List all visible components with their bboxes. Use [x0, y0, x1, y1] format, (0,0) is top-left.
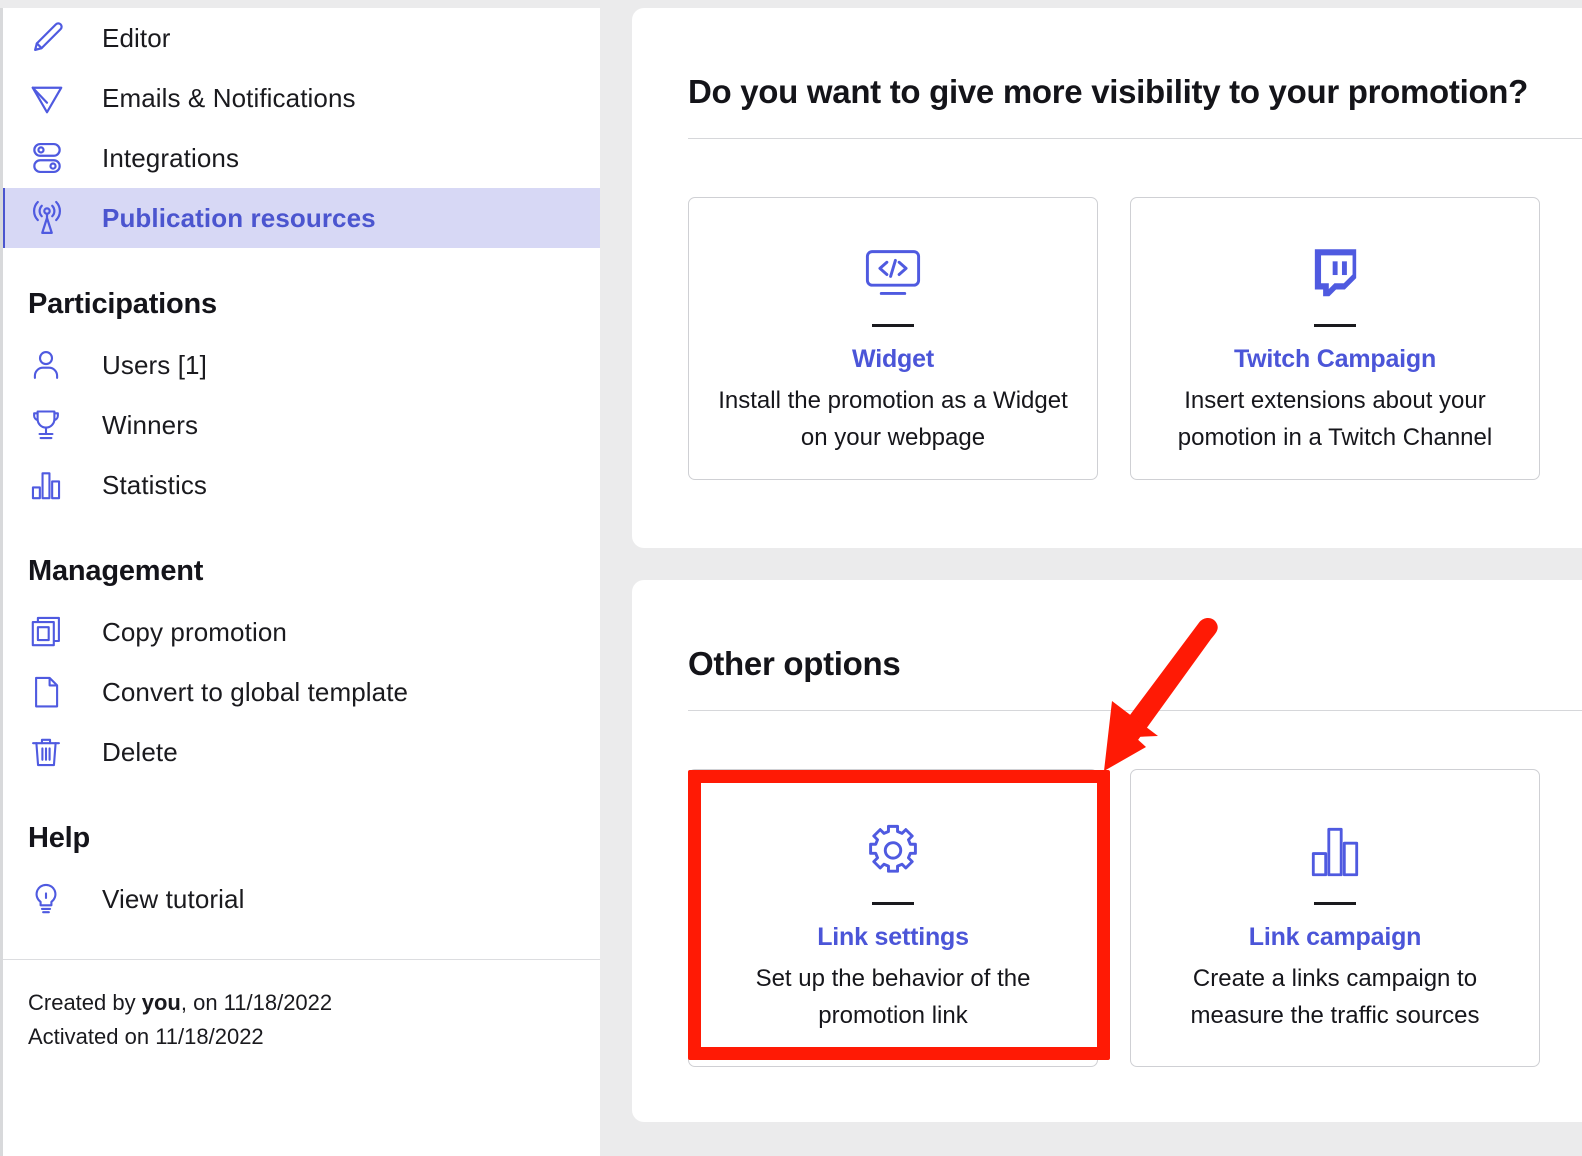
created-suffix: , on 11/18/2022	[180, 990, 333, 1015]
panel-divider	[688, 138, 1582, 139]
sidebar-item-editor[interactable]: Editor	[3, 8, 600, 68]
other-options-title: Other options	[688, 645, 901, 682]
card-description: Set up the behavior of the promotion lin…	[755, 965, 1031, 1030]
panel-divider	[688, 710, 1582, 711]
created-prefix: Created by	[28, 990, 142, 1015]
sidebar-item-label: Winners	[102, 409, 199, 440]
send-icon	[28, 78, 74, 118]
sidebar-item-label: Copy promotion	[102, 616, 287, 647]
gear-icon	[861, 816, 925, 888]
card-description: Insert extensions about your pomotion in…	[1177, 387, 1493, 452]
sidebar-item-label: Convert to global template	[102, 676, 409, 707]
copy-icon	[28, 612, 74, 652]
card-title: Widget	[852, 345, 934, 373]
sidebar-item-statistics[interactable]: Statistics	[3, 455, 600, 515]
sidebar: Editor Emails & Notifications Integratio…	[0, 8, 600, 1156]
trash-icon	[28, 732, 74, 772]
sidebar-item-label: Emails & Notifications	[102, 82, 356, 113]
user-icon	[28, 345, 74, 385]
card-description: Create a links campaign to measure the t…	[1190, 965, 1480, 1030]
card-divider	[1314, 902, 1356, 905]
toggles-icon	[28, 138, 74, 178]
sidebar-item-winners[interactable]: Winners	[3, 395, 600, 455]
sidebar-section-title-help: Help	[28, 822, 91, 854]
activated-line: Activated on 11/18/2022	[28, 1024, 264, 1050]
lightbulb-icon	[28, 879, 74, 919]
card-divider	[1314, 324, 1356, 327]
sidebar-item-delete[interactable]: Delete	[3, 722, 600, 782]
created-line: Created by you, on 11/18/2022	[28, 986, 600, 1020]
sidebar-item-label: Users [1]	[102, 349, 207, 380]
sidebar-item-label: Delete	[102, 736, 178, 767]
sidebar-item-label: Statistics	[102, 469, 208, 500]
sidebar-item-label: View tutorial	[102, 883, 245, 914]
other-options-card-row: Link settings Set up the behavior of the…	[632, 769, 1582, 1067]
card-title: Twitch Campaign	[1233, 345, 1437, 373]
sidebar-primary-nav: Editor Emails & Notifications Integratio…	[3, 8, 600, 248]
card-link-campaign[interactable]: Link campaign Create a links campaign to…	[1130, 769, 1540, 1067]
sidebar-section-management: Copy promotion Convert to global templat…	[3, 602, 600, 782]
card-twitch-campaign[interactable]: Twitch Campaign Insert extensions about …	[1130, 197, 1540, 480]
card-divider	[872, 902, 914, 905]
card-widget[interactable]: Widget Install the promotion as a Widget…	[688, 197, 1098, 480]
created-author: you	[141, 990, 181, 1015]
sidebar-item-label: Editor	[102, 22, 171, 53]
sidebar-item-users[interactable]: Users [1]	[3, 335, 600, 395]
sidebar-item-emails-notifications[interactable]: Emails & Notifications	[3, 68, 600, 128]
document-icon	[28, 672, 74, 712]
code-screen-icon	[861, 238, 925, 310]
card-divider	[872, 324, 914, 327]
sidebar-item-copy-promotion[interactable]: Copy promotion	[3, 602, 600, 662]
sidebar-footer: Created by you, on 11/18/2022 Activated …	[3, 960, 600, 1054]
bar-chart-icon	[28, 465, 74, 505]
page-title: Do you want to give more visibility to y…	[688, 73, 1529, 110]
main-content: Do you want to give more visibility to y…	[632, 8, 1582, 1156]
card-link-settings[interactable]: Link settings Set up the behavior of the…	[688, 769, 1098, 1067]
broadcast-icon	[28, 198, 74, 238]
card-title: Link settings	[817, 923, 969, 951]
bar-chart-icon	[1304, 816, 1366, 888]
other-options-panel: Other options Link settings Set up the b…	[632, 580, 1582, 1122]
sidebar-section-title-participations: Participations	[28, 288, 217, 320]
sidebar-section-help: View tutorial	[3, 869, 600, 929]
sidebar-item-convert-to-global-template[interactable]: Convert to global template	[3, 662, 600, 722]
sidebar-item-label: Integrations	[102, 142, 240, 173]
visibility-card-row: Widget Install the promotion as a Widget…	[632, 197, 1582, 480]
card-description: Install the promotion as a Widget on you…	[718, 387, 1068, 452]
card-title: Link campaign	[1248, 923, 1422, 951]
sidebar-item-integrations[interactable]: Integrations	[3, 128, 600, 188]
sidebar-section-title-management: Management	[28, 555, 204, 587]
pencil-icon	[28, 18, 74, 58]
sidebar-section-participations: Users [1] Winners Statistics	[3, 335, 600, 515]
sidebar-item-label: Publication resources	[102, 202, 376, 233]
twitch-icon	[1304, 238, 1366, 310]
visibility-panel: Do you want to give more visibility to y…	[632, 8, 1582, 548]
sidebar-item-publication-resources[interactable]: Publication resources	[3, 188, 600, 248]
app-root: Editor Emails & Notifications Integratio…	[0, 0, 1582, 1156]
trophy-icon	[28, 405, 74, 445]
sidebar-item-view-tutorial[interactable]: View tutorial	[3, 869, 600, 929]
